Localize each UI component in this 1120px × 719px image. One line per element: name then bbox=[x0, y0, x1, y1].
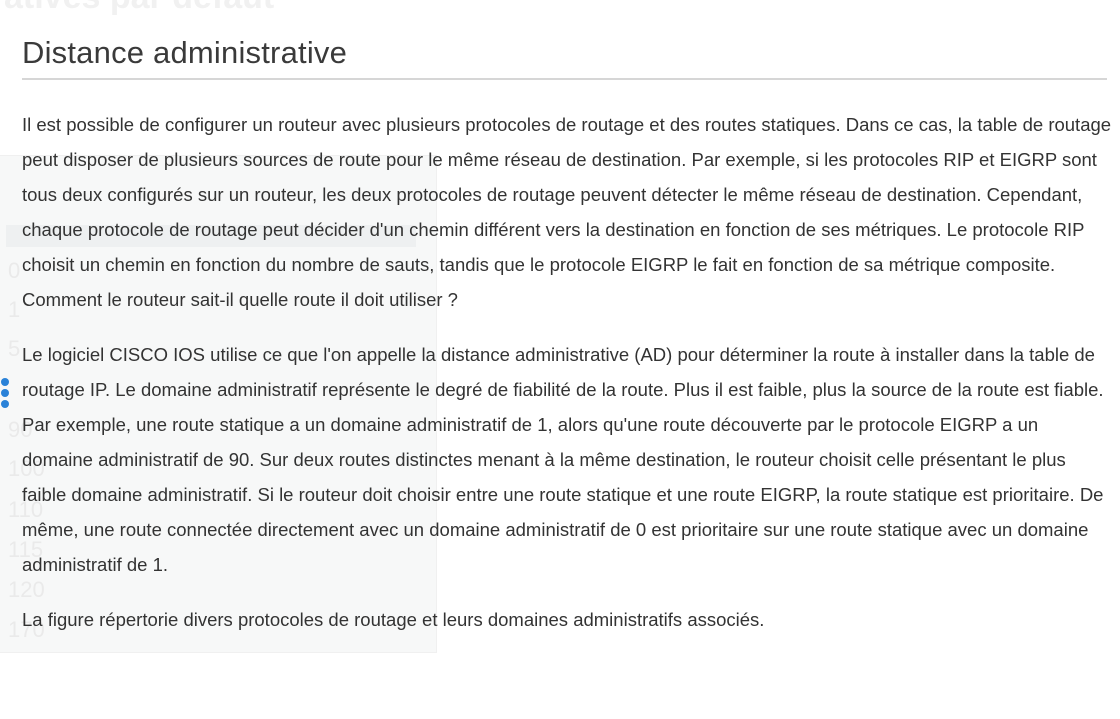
paragraph: Le logiciel CISCO IOS utilise ce que l'o… bbox=[22, 344, 1104, 575]
title-divider bbox=[22, 78, 1107, 80]
article-body: Il est possible de configurer un routeur… bbox=[22, 107, 1114, 657]
page-title: Distance administrative bbox=[22, 34, 348, 70]
ghost-number: 5 bbox=[8, 336, 21, 361]
ghost-number: 1 bbox=[8, 297, 21, 322]
ghost-heading: atives par défaut bbox=[4, 0, 274, 17]
ghost-number: 0 bbox=[8, 258, 21, 283]
more-options-icon[interactable] bbox=[1, 378, 11, 411]
paragraph: Il est possible de configurer un routeur… bbox=[22, 114, 1112, 310]
paragraph: La figure répertorie divers protocoles d… bbox=[22, 609, 765, 630]
